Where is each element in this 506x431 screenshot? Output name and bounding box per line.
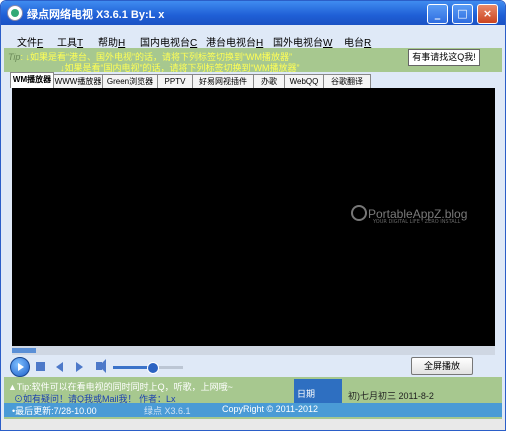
player-controls: 全屏播放 xyxy=(4,355,502,377)
menu-file[interactable]: 文件F xyxy=(17,34,43,49)
date-value: 初)七月初三 2011-8-2 xyxy=(348,391,434,401)
footer-strip xyxy=(1,419,505,430)
tab-www-player[interactable]: WWW播放器 xyxy=(53,74,103,88)
tab-google-translate[interactable]: 谷歌翻译 xyxy=(323,74,371,88)
close-button[interactable]: × xyxy=(477,4,498,24)
date-label: 日期 xyxy=(297,389,316,399)
watermark-logo-icon xyxy=(351,205,367,221)
minimize-button[interactable]: _ xyxy=(427,4,448,24)
tab-pptv[interactable]: PPTV xyxy=(157,74,193,88)
previous-icon[interactable] xyxy=(56,362,63,372)
menu-hk-tw-tv[interactable]: 港台电视台H xyxy=(206,34,263,49)
contact-qq-button[interactable]: 有事请找这Q我! xyxy=(408,49,480,66)
fullscreen-button[interactable]: 全屏播放 xyxy=(411,357,473,375)
copyright: CopyRight © 2011-2012 xyxy=(222,404,319,414)
tab-webqq[interactable]: WebQQ xyxy=(284,74,324,88)
tab-green-browser[interactable]: Green浏览器 xyxy=(102,74,158,88)
title-bar[interactable]: 绿点网络电视 X3.6.1 By:L x _ □ × xyxy=(1,1,505,25)
seek-bar-fill xyxy=(12,348,37,353)
tab-wm-player[interactable]: WM播放器 xyxy=(10,72,54,88)
status-bar: •最后更新:7/28-10.00 绿点 X3.6.1 CopyRight © 2… xyxy=(4,403,502,417)
version-label: 绿点 X3.6.1 xyxy=(144,406,191,416)
tip-bar: Tip: ↓如果是看“港台、国外电视”的话，请将下列标签切换到“WM播放器” ↓… xyxy=(4,48,502,73)
volume-icon[interactable] xyxy=(96,359,106,373)
tab-bar: WM播放器 WWW播放器 Green浏览器 PPTV 好易网视插件 办歌 Web… xyxy=(4,72,502,88)
seek-bar[interactable] xyxy=(12,346,495,355)
tab-haoyi-plugin[interactable]: 好易网视插件 xyxy=(192,74,254,88)
menu-bar: 文件F 工具T 帮助H 国内电视台C 港台电视台H 国外电视台W 电台R xyxy=(4,31,502,49)
next-icon[interactable] xyxy=(76,362,83,372)
watermark-subtext: YOUR DIGITAL LIFE · ZERO INSTALL xyxy=(373,219,461,225)
menu-help[interactable]: 帮助H xyxy=(98,34,125,49)
app-window: 绿点网络电视 X3.6.1 By:L x _ □ × 文件F 工具T 帮助H 国… xyxy=(0,0,506,431)
tab-songs[interactable]: 办歌 xyxy=(253,74,285,88)
play-icon[interactable] xyxy=(10,357,30,377)
menu-radio[interactable]: 电台R xyxy=(344,34,371,49)
stop-icon[interactable] xyxy=(36,362,45,371)
menu-domestic-tv[interactable]: 国内电视台C xyxy=(140,34,197,49)
menu-tools[interactable]: 工具T xyxy=(57,34,83,49)
volume-slider[interactable] xyxy=(113,362,183,374)
maximize-button[interactable]: □ xyxy=(452,4,473,24)
menu-foreign-tv[interactable]: 国外电视台W xyxy=(273,34,332,49)
last-update: •最后更新:7/28-10.00 xyxy=(12,406,97,416)
volume-thumb[interactable] xyxy=(146,362,159,374)
app-logo-icon xyxy=(7,5,23,21)
window-title: 绿点网络电视 X3.6.1 By:L x xyxy=(27,9,165,21)
volume-fill xyxy=(113,366,152,369)
